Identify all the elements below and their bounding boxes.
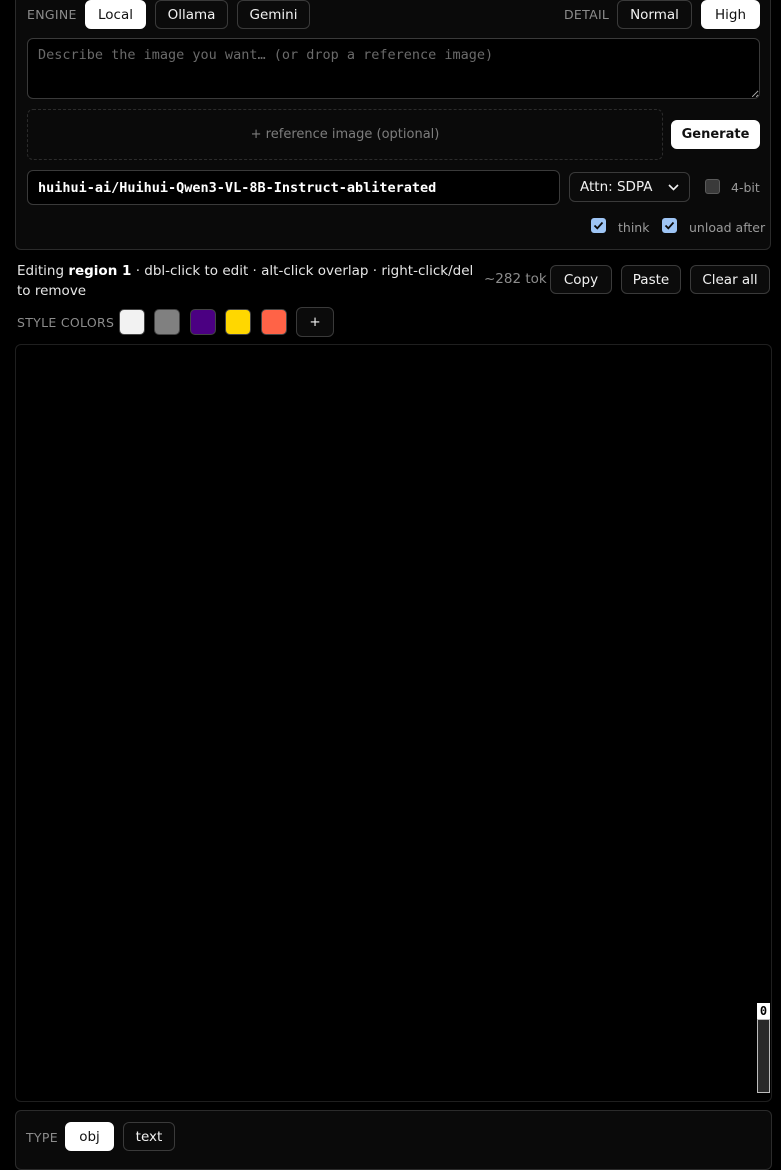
detail-normal-button[interactable]: Normal [617,0,692,29]
engine-gemini-button[interactable]: Gemini [237,0,310,29]
four-bit-checkbox[interactable] [705,179,720,194]
unload-after-checkbox[interactable] [662,218,677,233]
detail-high-button[interactable]: High [701,0,760,29]
scale-value: 0 [757,1003,770,1019]
color-swatch[interactable] [154,309,180,335]
four-bit-label: 4-bit [731,180,760,195]
color-swatch[interactable] [119,309,145,335]
chevron-down-icon [668,183,679,191]
editing-prefix: Editing [17,263,69,279]
unload-after-label: unload after [689,220,766,235]
detail-label: DETAIL [564,7,610,22]
think-label: think [618,220,650,235]
generate-button[interactable]: Generate [671,120,760,149]
editing-status: Editing region 1 · dbl-click to edit · a… [17,261,477,301]
token-count: ~282 tok [484,271,547,287]
attn-select-value: Attn: SDPA [580,179,653,195]
type-text-button[interactable]: text [123,1122,175,1151]
editing-region-name: region 1 [68,263,132,279]
color-swatch[interactable] [225,309,251,335]
color-swatch[interactable] [190,309,216,335]
attn-select[interactable]: Attn: SDPA [569,172,690,202]
engine-label: ENGINE [27,7,77,22]
clear-all-button[interactable]: Clear all [690,265,770,294]
scale-slider[interactable] [757,1019,770,1093]
type-obj-button[interactable]: obj [65,1122,114,1151]
prompt-input[interactable] [27,38,760,99]
engine-local-button[interactable]: Local [85,0,146,29]
style-colors-label: STYLE COLORS [17,315,115,330]
model-input[interactable] [27,170,560,205]
copy-button[interactable]: Copy [550,265,612,294]
color-swatch[interactable] [261,309,287,335]
type-label: TYPE [26,1130,58,1145]
check-icon [664,221,675,230]
reference-image-label: + reference image (optional) [250,127,440,142]
engine-ollama-button[interactable]: Ollama [155,0,228,29]
think-checkbox[interactable] [591,218,606,233]
check-icon [593,221,604,230]
add-color-button[interactable]: + [296,307,334,337]
region-canvas[interactable] [15,344,772,1102]
reference-image-dropzone[interactable]: + reference image (optional) [27,109,663,160]
paste-button[interactable]: Paste [621,265,681,294]
